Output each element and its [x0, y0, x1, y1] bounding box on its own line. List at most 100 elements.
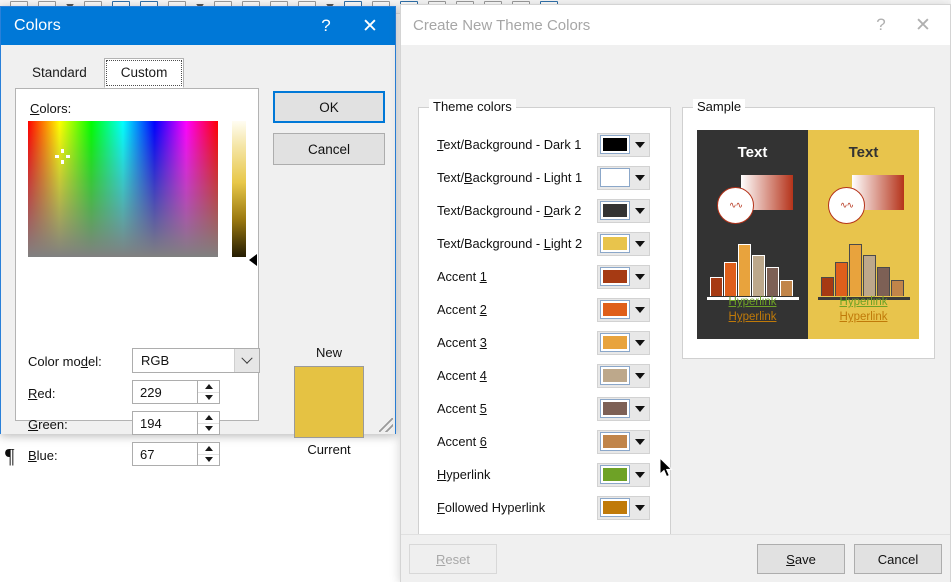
theme-color-swatch-button[interactable]	[597, 264, 650, 289]
cancel-button[interactable]: Cancel	[273, 133, 385, 165]
theme-color-swatch	[600, 300, 630, 319]
sample-hyperlinks: Hyperlink Hyperlink	[697, 295, 808, 325]
theme-color-swatch-button[interactable]	[597, 429, 650, 454]
chevron-down-icon[interactable]	[630, 339, 649, 346]
swatch-color-fill	[603, 468, 627, 481]
save-button[interactable]: Save	[757, 544, 845, 574]
green-spin-up-icon[interactable]	[198, 412, 219, 424]
help-icon[interactable]: ?	[860, 5, 902, 45]
theme-color-swatch-button[interactable]	[597, 165, 650, 190]
blue-spin-buttons[interactable]	[198, 442, 220, 466]
color-model-value: RGB	[141, 353, 170, 368]
theme-dialog-titlebar[interactable]: Create New Theme Colors ? ✕	[401, 5, 950, 45]
chevron-down-icon[interactable]	[630, 240, 649, 247]
theme-color-row: Text/Background - Light 2	[419, 227, 672, 260]
cancel-button[interactable]: Cancel	[854, 544, 942, 574]
theme-color-row: Accent 6	[419, 425, 672, 458]
theme-color-swatch-button[interactable]	[597, 462, 650, 487]
color-model-select[interactable]: RGB	[132, 348, 260, 373]
green-input[interactable]: 194	[132, 411, 198, 435]
theme-color-label: Text/Background - Dark 1	[437, 137, 582, 152]
theme-color-row: Accent 3	[419, 326, 672, 359]
blue-stepper[interactable]: 67	[132, 442, 220, 466]
chevron-down-icon[interactable]	[630, 504, 649, 511]
chevron-down-icon[interactable]	[630, 207, 649, 214]
chevron-down-icon[interactable]	[630, 372, 649, 379]
red-spin-down-icon[interactable]	[198, 392, 219, 403]
theme-dialog-footer: Reset Save Cancel	[401, 534, 950, 582]
theme-dialog-body: Theme colors Text/Background - Dark 1 Tex…	[401, 45, 950, 582]
chevron-down-icon[interactable]	[630, 174, 649, 181]
blue-spin-up-icon[interactable]	[198, 443, 219, 455]
swatch-color-fill	[603, 171, 627, 184]
ok-button[interactable]: OK	[273, 91, 385, 123]
theme-color-swatch	[600, 498, 630, 517]
chevron-down-icon[interactable]	[630, 471, 649, 478]
theme-color-swatch-button[interactable]	[597, 297, 650, 322]
chevron-down-icon[interactable]	[234, 349, 259, 372]
create-new-theme-colors-dialog: Create New Theme Colors ? ✕ Theme colors…	[400, 4, 951, 582]
chevron-down-icon[interactable]	[630, 141, 649, 148]
sample-bar	[752, 254, 765, 296]
close-icon[interactable]: ✕	[902, 5, 944, 45]
resize-grip-icon[interactable]	[379, 418, 393, 432]
blue-input[interactable]: 67	[132, 442, 198, 466]
green-stepper[interactable]: 194	[132, 411, 220, 435]
swatch-color-fill	[603, 303, 627, 316]
swatch-color-fill	[603, 369, 627, 382]
sample-hyperlink: Hyperlink	[839, 296, 888, 308]
sample-bar	[710, 277, 723, 296]
sample-panel: Text ∿∿ Hyperlink Hyperlink	[808, 130, 919, 339]
color-spectrum-picker[interactable]	[28, 121, 218, 257]
close-icon[interactable]: ✕	[349, 7, 391, 45]
tab-custom[interactable]: Custom	[103, 58, 185, 88]
red-stepper[interactable]: 229	[132, 380, 220, 404]
theme-color-row: Hyperlink	[419, 458, 672, 491]
theme-color-swatch	[600, 234, 630, 253]
chevron-down-icon[interactable]	[630, 306, 649, 313]
sample-bar	[863, 254, 876, 296]
swatch-color-fill	[603, 237, 627, 250]
blue-label: Blue:	[28, 448, 58, 463]
theme-color-swatch-button[interactable]	[597, 495, 650, 520]
sample-squiggle-icon: ∿∿	[728, 200, 743, 210]
sample-preview: Text ∿∿ Hyperlink Hyperlink Text ∿∿ Hyperlink H…	[697, 130, 919, 339]
reset-button[interactable]: Reset	[409, 544, 497, 574]
tab-standard[interactable]: Standard	[15, 58, 104, 88]
red-spin-buttons[interactable]	[198, 380, 220, 404]
theme-color-swatch	[600, 333, 630, 352]
red-input[interactable]: 229	[132, 380, 198, 404]
swatch-color-fill	[603, 204, 627, 217]
theme-color-swatch-button[interactable]	[597, 330, 650, 355]
chevron-down-icon[interactable]	[630, 405, 649, 412]
green-spin-buttons[interactable]	[198, 411, 220, 435]
sample-hyperlinks: Hyperlink Hyperlink	[808, 295, 919, 325]
chevron-down-icon[interactable]	[630, 273, 649, 280]
theme-color-row: Accent 1	[419, 260, 672, 293]
theme-color-swatch	[600, 135, 630, 154]
new-color-label: New	[315, 345, 342, 360]
red-spin-up-icon[interactable]	[198, 381, 219, 393]
color-picker-crosshair	[55, 149, 70, 164]
theme-color-label: Text/Background - Light 1	[437, 170, 583, 185]
sample-bar	[780, 280, 793, 296]
theme-color-swatch-button[interactable]	[597, 363, 650, 388]
colors-tabstrip: Standard Custom	[15, 57, 185, 88]
luminance-slider[interactable]	[232, 121, 246, 257]
luminance-slider-marker-icon[interactable]	[249, 254, 257, 266]
theme-color-swatch-button[interactable]	[597, 198, 650, 223]
chevron-down-icon[interactable]	[630, 438, 649, 445]
theme-color-swatch-button[interactable]	[597, 132, 650, 157]
blue-spin-down-icon[interactable]	[198, 454, 219, 465]
mouse-cursor-icon	[660, 458, 673, 478]
sample-bar	[877, 266, 890, 296]
sample-panel: Text ∿∿ Hyperlink Hyperlink	[697, 130, 808, 339]
colors-dialog-titlebar[interactable]: Colors ? ✕	[1, 7, 395, 45]
theme-color-swatch-button[interactable]	[597, 396, 650, 421]
theme-color-swatch-button[interactable]	[597, 231, 650, 256]
theme-color-swatch	[600, 267, 630, 286]
help-icon[interactable]: ?	[305, 7, 347, 45]
theme-color-swatch	[600, 201, 630, 220]
theme-color-row: Text/Background - Light 1	[419, 161, 672, 194]
green-spin-down-icon[interactable]	[198, 423, 219, 434]
